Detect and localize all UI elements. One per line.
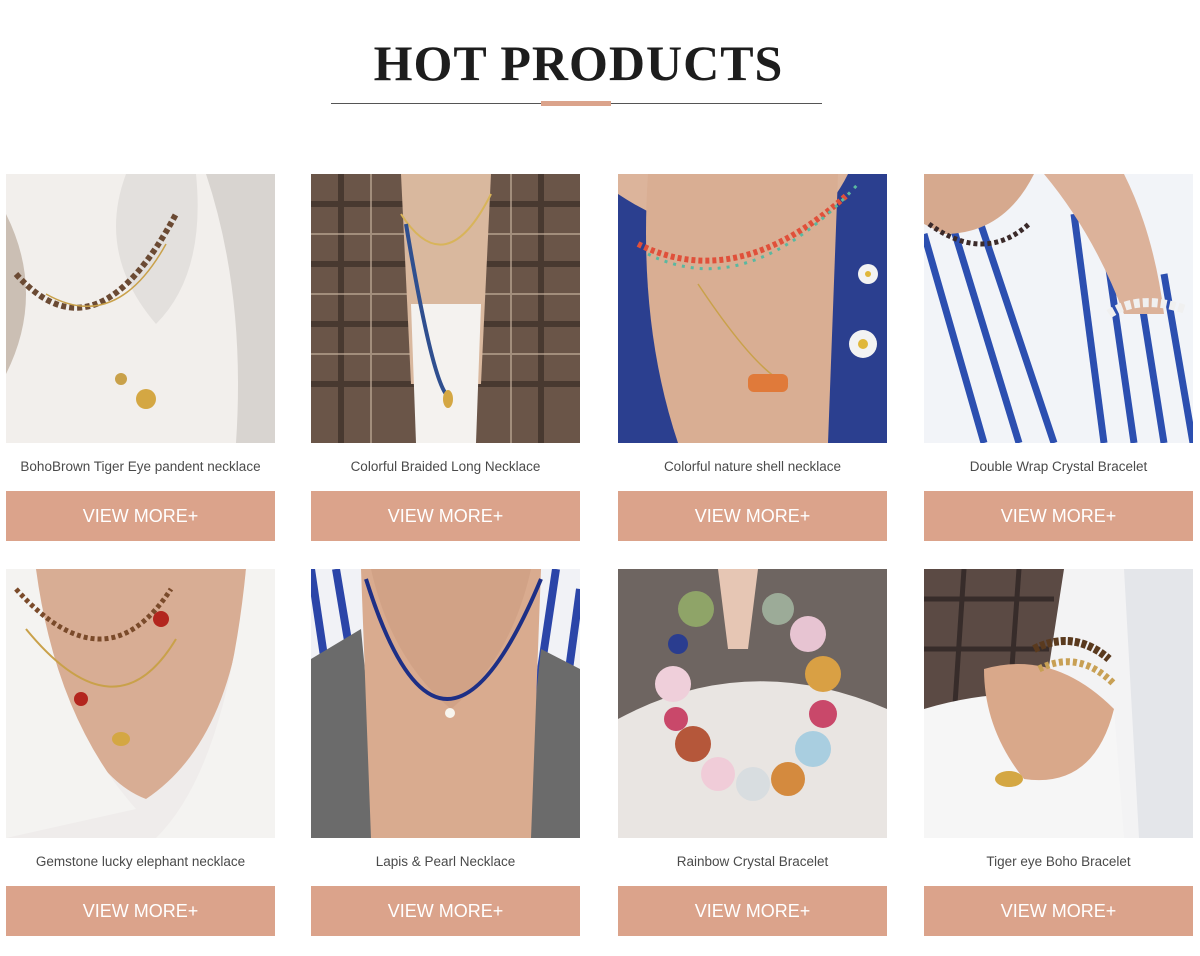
product-card: Double Wrap Crystal Bracelet VIEW MORE+ [924, 174, 1193, 541]
product-name[interactable]: Lapis & Pearl Necklace [305, 854, 586, 869]
view-more-button[interactable]: VIEW MORE+ [6, 886, 275, 936]
product-card: Colorful Braided Long Necklace VIEW MORE… [311, 174, 580, 541]
product-image-bracelet-tiger-eye[interactable] [924, 569, 1193, 838]
view-more-button[interactable]: VIEW MORE+ [311, 491, 580, 541]
product-name[interactable]: Tiger eye Boho Bracelet [918, 854, 1199, 869]
product-name[interactable]: Colorful nature shell necklace [612, 459, 893, 474]
view-more-button[interactable]: VIEW MORE+ [6, 491, 275, 541]
product-card: Tiger eye Boho Bracelet VIEW MORE+ [924, 569, 1193, 936]
view-more-button[interactable]: VIEW MORE+ [924, 491, 1193, 541]
product-name[interactable]: Rainbow Crystal Bracelet [612, 854, 893, 869]
product-image-bracelet-crystal-hand[interactable] [618, 569, 887, 838]
product-image-necklace-blue-daisy[interactable] [618, 174, 887, 443]
section-title: HOT PRODUCTS [373, 35, 784, 91]
product-name[interactable]: Gemstone lucky elephant necklace [0, 854, 281, 869]
title-divider-accent [541, 101, 611, 106]
product-image-necklace-plaid-shirt[interactable] [311, 174, 580, 443]
product-name[interactable]: Double Wrap Crystal Bracelet [918, 459, 1199, 474]
product-card: Lapis & Pearl Necklace VIEW MORE+ [311, 569, 580, 936]
view-more-button[interactable]: VIEW MORE+ [618, 886, 887, 936]
view-more-button[interactable]: VIEW MORE+ [618, 491, 887, 541]
product-image-necklace-white-top[interactable] [6, 174, 275, 443]
product-image-necklace-lapis-striped[interactable] [311, 569, 580, 838]
product-card: Rainbow Crystal Bracelet VIEW MORE+ [618, 569, 887, 936]
view-more-button[interactable]: VIEW MORE+ [924, 886, 1193, 936]
view-more-button[interactable]: VIEW MORE+ [311, 886, 580, 936]
product-card: Gemstone lucky elephant necklace VIEW MO… [6, 569, 275, 936]
product-card: BohoBrown Tiger Eye pandent necklace VIE… [6, 174, 275, 541]
product-name[interactable]: BohoBrown Tiger Eye pandent necklace [0, 459, 281, 474]
product-card: Colorful nature shell necklace VIEW MORE… [618, 174, 887, 541]
product-image-necklace-white-scoop[interactable] [6, 569, 275, 838]
product-image-bracelet-striped-shirt[interactable] [924, 174, 1193, 443]
product-name[interactable]: Colorful Braided Long Necklace [305, 459, 586, 474]
